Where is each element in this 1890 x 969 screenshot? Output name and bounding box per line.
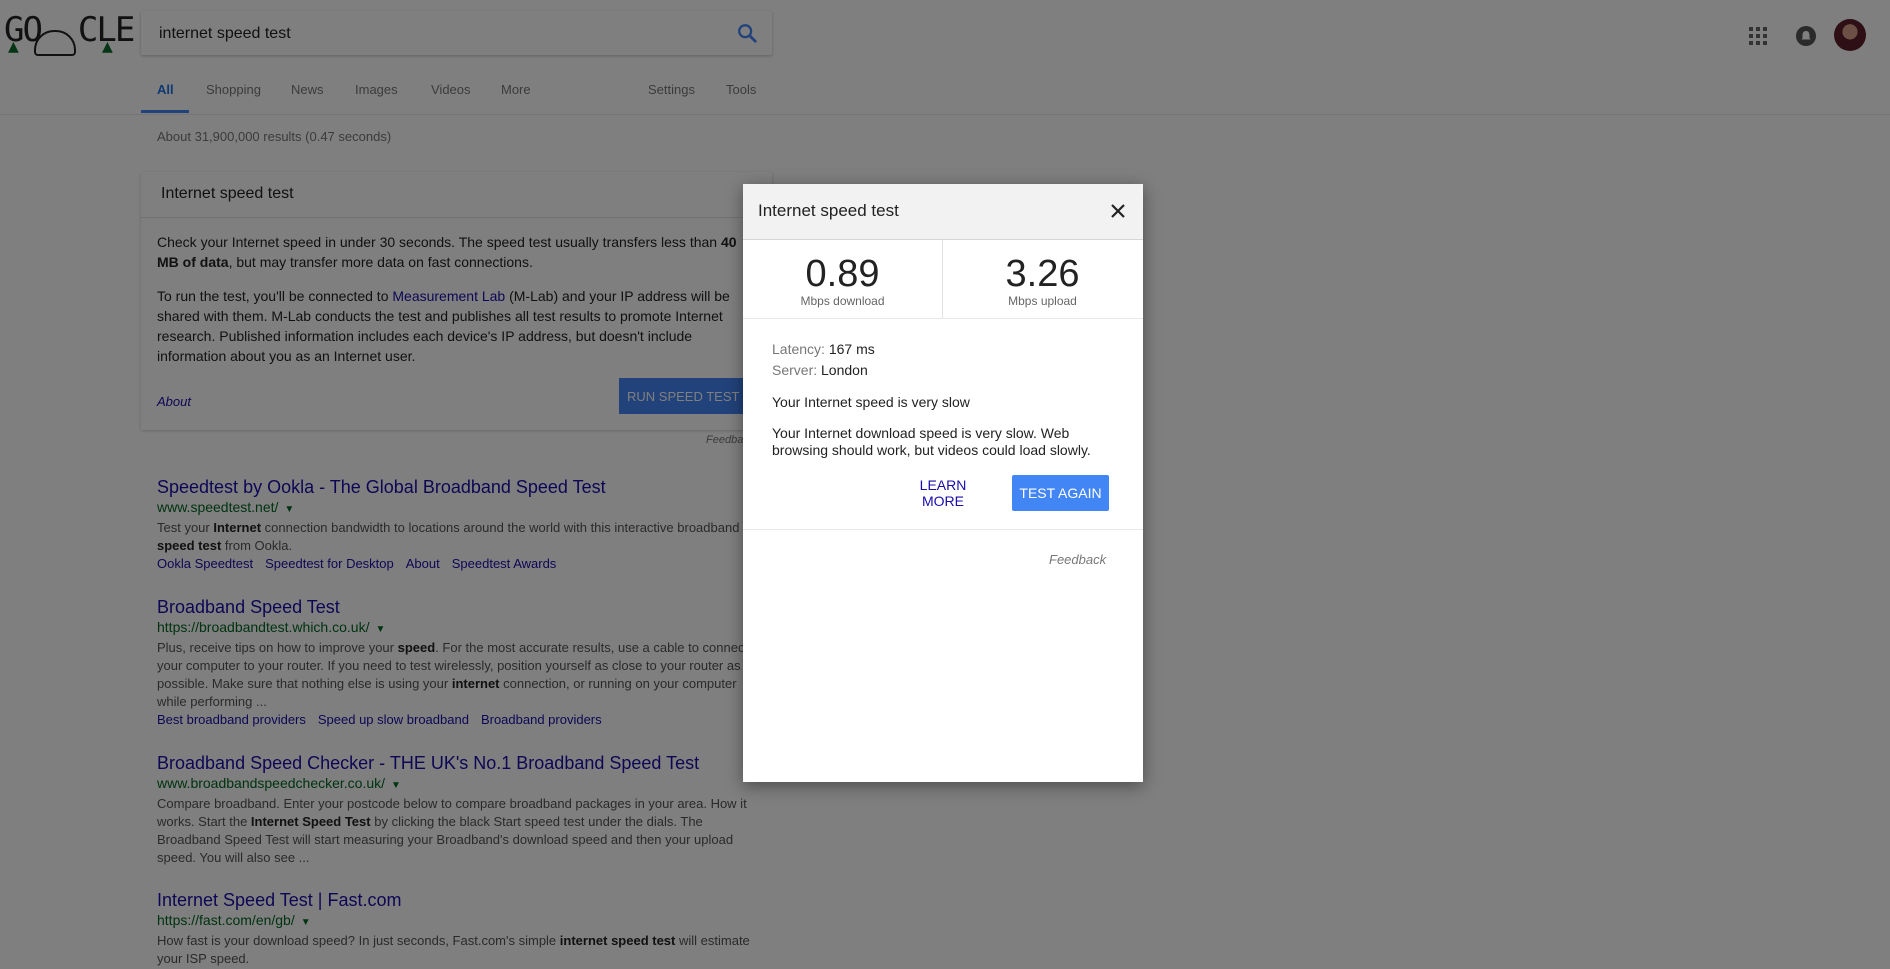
- upload-value: 3.26: [1005, 253, 1080, 295]
- metrics-divider: [743, 318, 1143, 319]
- dialog-feedback-link[interactable]: Feedback: [1049, 552, 1106, 567]
- latency-value: 167 ms: [828, 341, 875, 357]
- latency-label: Latency:: [772, 341, 825, 357]
- download-value: 0.89: [805, 253, 880, 295]
- close-icon[interactable]: [1107, 200, 1129, 222]
- server-value: London: [821, 362, 868, 378]
- upload-metric: 3.26 Mbps upload: [943, 254, 1142, 308]
- speed-verdict: Your Internet speed is very slow: [772, 394, 970, 410]
- server-label: Server:: [772, 362, 818, 378]
- download-unit: Mbps download: [800, 294, 885, 308]
- download-metric: 0.89 Mbps download: [743, 254, 942, 308]
- server-row: Server: London: [772, 361, 868, 379]
- upload-unit: Mbps upload: [1008, 294, 1077, 308]
- dialog-title: Internet speed test: [758, 201, 899, 220]
- learn-more-button[interactable]: LEARN MORE: [893, 476, 993, 510]
- latency-row: Latency: 167 ms: [772, 340, 875, 358]
- dialog-divider: [743, 529, 1143, 530]
- speed-test-dialog: Internet speed test 0.89 Mbps download 3…: [743, 184, 1143, 782]
- speed-explanation: Your Internet download speed is very slo…: [772, 425, 1091, 458]
- test-again-button[interactable]: TEST AGAIN: [1012, 475, 1109, 511]
- dialog-header: Internet speed test: [743, 184, 1143, 240]
